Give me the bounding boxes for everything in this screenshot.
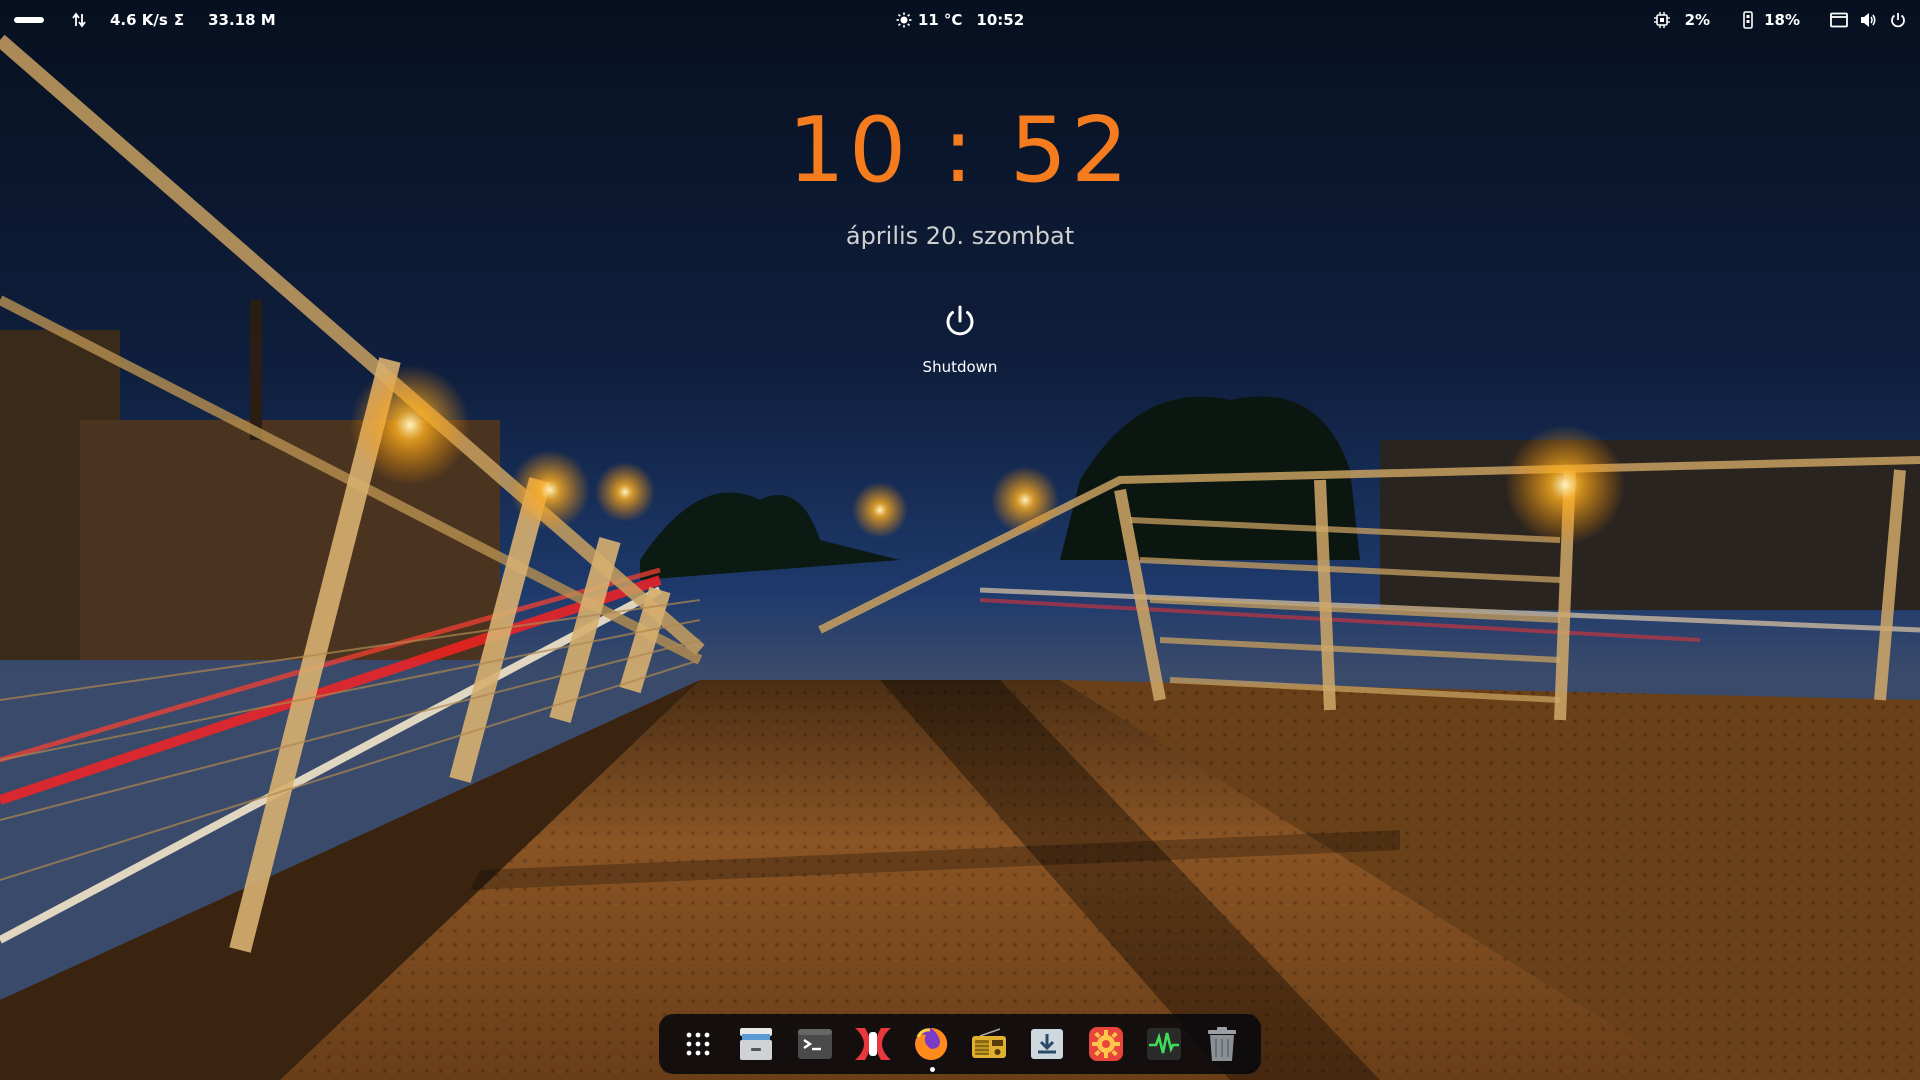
download-icon	[1029, 1027, 1065, 1061]
top-panel-left: 4.6 K/s Σ 33.18 M	[14, 0, 276, 40]
total-traffic[interactable]: 33.18 M	[208, 11, 276, 29]
shutdown-button[interactable]	[936, 298, 984, 346]
top-panel-center: 11 °C 10:52	[0, 0, 1920, 40]
shutdown-label[interactable]: Shutdown	[0, 358, 1920, 376]
firefox-icon	[912, 1025, 950, 1063]
sun-icon[interactable]	[896, 12, 912, 28]
red-logo-icon	[853, 1026, 893, 1062]
lockscreen-date: április 20. szombat	[845, 222, 1075, 250]
volume-icon[interactable]	[1860, 12, 1878, 28]
dock-firefox[interactable]	[902, 1014, 960, 1074]
cpu-percent[interactable]: 2%	[1685, 11, 1710, 29]
dock-files[interactable]	[727, 1014, 785, 1074]
dock-system-monitor[interactable]	[1135, 1014, 1193, 1074]
gear-icon	[1088, 1026, 1124, 1062]
cpu-chip-icon	[1653, 11, 1671, 29]
mem-percent[interactable]: 18%	[1764, 11, 1800, 29]
terminal-icon	[797, 1028, 833, 1060]
dock-radio[interactable]	[960, 1014, 1018, 1074]
sigma-symbol: Σ	[173, 11, 185, 29]
net-speed[interactable]: 4.6 K/s	[110, 11, 168, 29]
trash-icon	[1206, 1026, 1238, 1062]
dock	[659, 1014, 1261, 1074]
power-icon	[942, 304, 978, 340]
app-grid-icon	[684, 1030, 712, 1058]
dock-app-grid[interactable]	[669, 1014, 727, 1074]
memory-icon	[1742, 11, 1754, 29]
power-icon[interactable]	[1890, 12, 1906, 28]
dock-trash[interactable]	[1193, 1014, 1251, 1074]
panel-clock[interactable]: 10:52	[976, 11, 1024, 29]
screen-icon[interactable]	[1830, 12, 1848, 28]
top-panel-right: 2% 18%	[1653, 0, 1906, 40]
running-indicator	[929, 1067, 935, 1072]
dock-settings[interactable]	[1076, 1014, 1134, 1074]
file-cabinet-icon	[737, 1026, 775, 1062]
lockscreen-clock: 10 : 52	[787, 98, 1133, 203]
weather-temp[interactable]: 11 °C	[918, 11, 963, 29]
activities-button[interactable]	[14, 17, 44, 23]
dock-downloader[interactable]	[1018, 1014, 1076, 1074]
radio-icon	[970, 1028, 1008, 1060]
dock-terminal[interactable]	[785, 1014, 843, 1074]
activity-monitor-icon	[1146, 1027, 1182, 1061]
up-down-arrows-icon	[72, 12, 86, 28]
top-panel: 4.6 K/s Σ 33.18 M 11 °C 10:52 2% 18%	[0, 0, 1920, 40]
dock-red-app[interactable]	[844, 1014, 902, 1074]
